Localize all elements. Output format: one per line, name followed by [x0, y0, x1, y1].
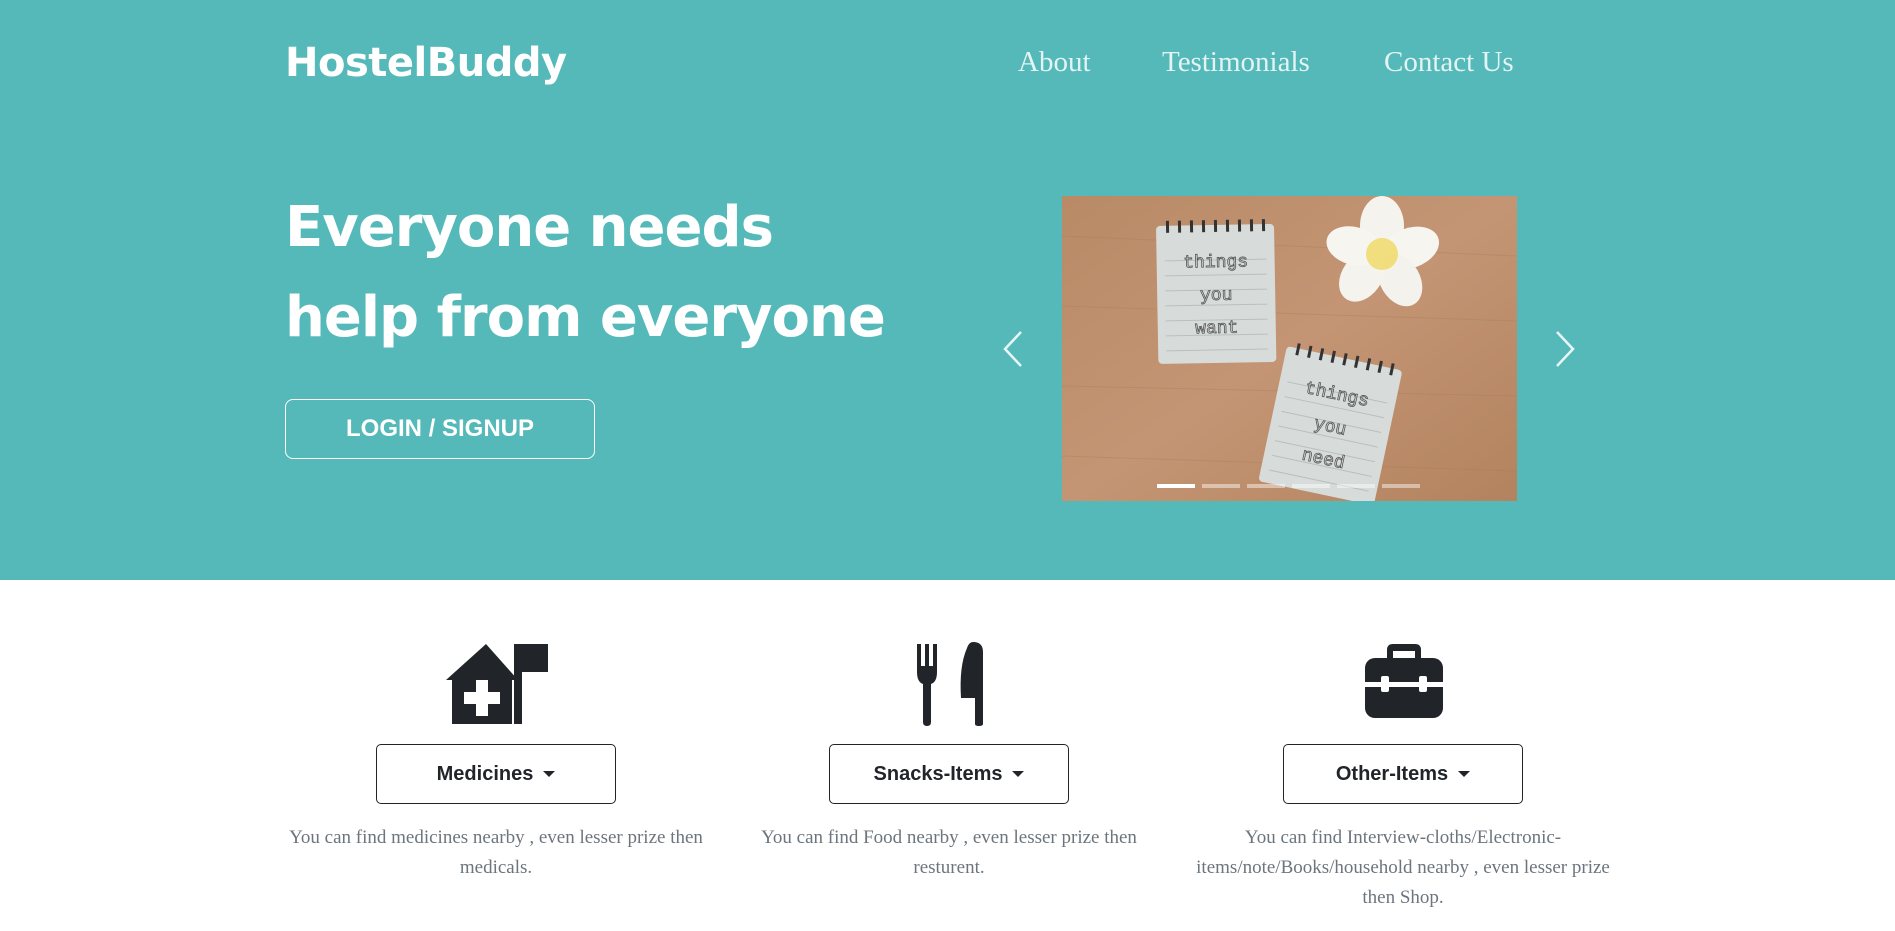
login-signup-button[interactable]: LOGIN / SIGNUP	[285, 399, 595, 459]
medicines-description: You can find medicines nearby , even les…	[289, 827, 703, 878]
caret-down-icon	[1012, 771, 1025, 777]
carousel-next-button[interactable]	[1545, 326, 1585, 372]
carousel-indicator[interactable]	[1247, 484, 1285, 488]
carousel-indicator[interactable]	[1337, 484, 1375, 488]
snacks-items-description: You can find Food nearby , even lesser p…	[761, 827, 1137, 878]
snacks-items-dropdown-label: Snacks-Items	[873, 762, 1003, 785]
carousel-indicator[interactable]	[1202, 484, 1240, 488]
hero-headline-line-2: help from everyone	[285, 285, 886, 350]
nav-testimonials[interactable]: Testimonials	[1162, 46, 1310, 79]
house-medical-flag-icon	[446, 644, 548, 724]
utensils-icon	[917, 642, 983, 726]
toolbox-icon	[1365, 644, 1443, 718]
brand-logo[interactable]: HostelBuddy	[285, 40, 567, 86]
other-items-description: You can find Interview-cloths/Electronic…	[1196, 827, 1610, 908]
medicines-dropdown-label: Medicines	[436, 762, 534, 785]
caret-down-icon	[543, 771, 556, 777]
hero-headline-line-1: Everyone needs	[285, 195, 774, 260]
carousel-indicator[interactable]	[1157, 484, 1195, 488]
chevron-right-icon	[1556, 331, 1575, 367]
nav-contact-us[interactable]: Contact Us	[1384, 46, 1514, 79]
carousel-prev-button[interactable]	[993, 326, 1033, 372]
other-items-dropdown-button[interactable]: Other-Items	[1283, 744, 1523, 804]
hero-headline: Everyone needs help from everyone	[285, 183, 1005, 363]
svg-text:things: things	[1183, 252, 1248, 273]
nav-about[interactable]: About	[1018, 46, 1091, 79]
medicines-dropdown-button[interactable]: Medicines	[376, 744, 616, 804]
svg-text:you: you	[1200, 286, 1233, 307]
notepads-photo: things you want things you need	[1062, 196, 1517, 501]
carousel-slide-image: things you want things you need	[1062, 196, 1517, 501]
svg-text:want: want	[1195, 319, 1239, 340]
carousel-indicator[interactable]	[1382, 484, 1420, 488]
other-items-dropdown-label: Other-Items	[1335, 762, 1449, 785]
hero-section: HostelBuddy About Testimonials Contact U…	[0, 0, 1895, 580]
carousel-indicators	[1157, 484, 1420, 488]
caret-down-icon	[1458, 771, 1471, 777]
carousel-indicator[interactable]	[1292, 484, 1330, 488]
chevron-left-icon	[1003, 331, 1022, 367]
snacks-items-dropdown-button[interactable]: Snacks-Items	[829, 744, 1069, 804]
